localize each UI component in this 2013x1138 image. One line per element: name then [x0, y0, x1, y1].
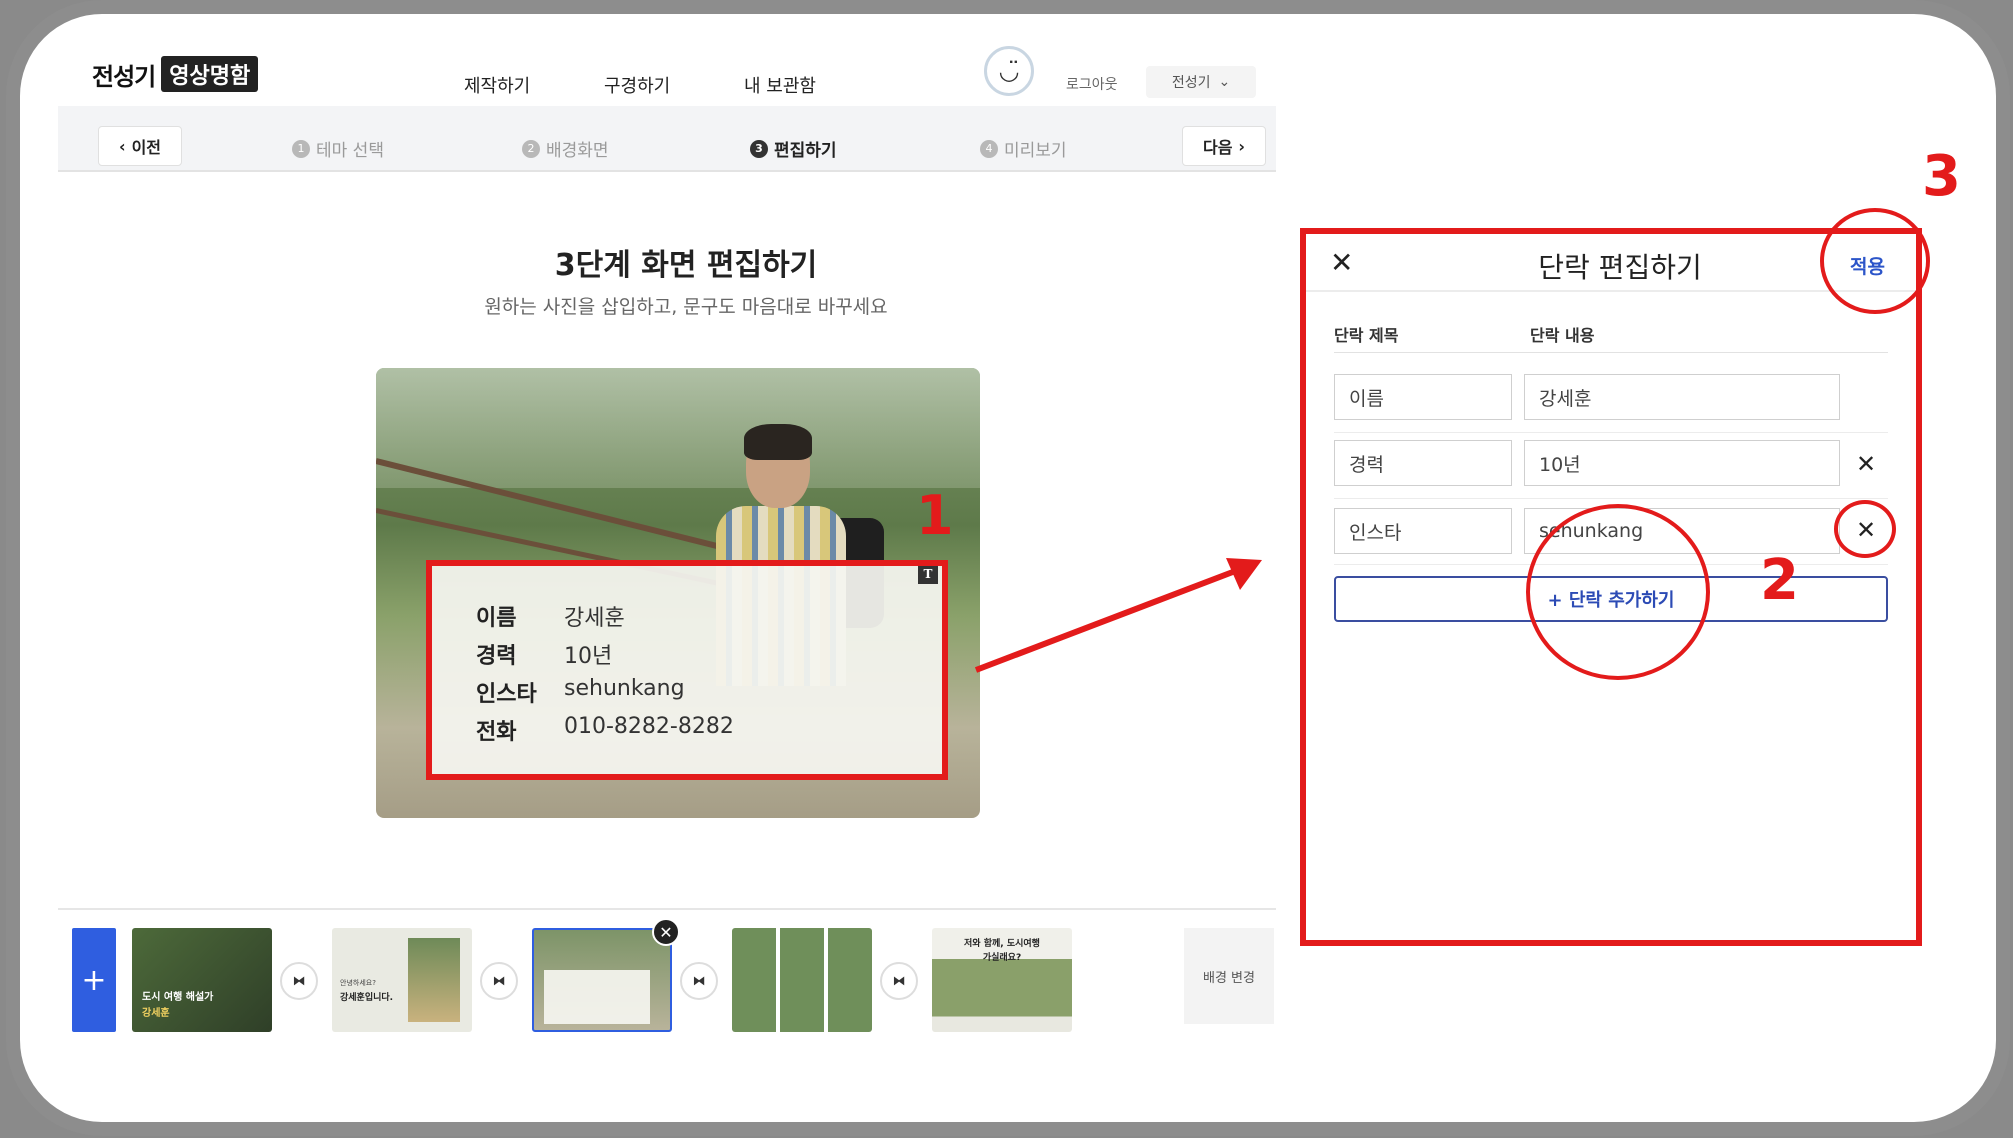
paragraph-title-field[interactable]: 인스타: [1334, 508, 1512, 554]
annotation-circle-3: [1820, 208, 1930, 314]
slide-thumb-5[interactable]: 저와 함께, 도시여행 가실래요?: [932, 928, 1072, 1032]
row-divider: [1334, 432, 1888, 433]
nav-browse[interactable]: 구경하기: [604, 72, 670, 98]
thumb-line1: 도시 여행 해설가: [142, 992, 214, 1003]
user-menu[interactable]: 전성기 ⌄: [1146, 66, 1256, 98]
smile-icon: ◡̈: [998, 57, 1020, 85]
step-label: 테마 선택: [316, 141, 384, 161]
slide-thumb-1[interactable]: 도시 여행 해설가 강세훈: [132, 928, 272, 1032]
thumb-textbox: [544, 970, 650, 1024]
step-label: 편집하기: [774, 141, 837, 161]
paragraph-title-field[interactable]: 이름: [1334, 374, 1512, 420]
close-icon[interactable]: ✕: [1330, 246, 1353, 279]
logo[interactable]: 전성기 영상명함: [92, 56, 259, 92]
chevron-right-icon: ›: [1238, 136, 1246, 156]
nav-create[interactable]: 제작하기: [464, 72, 530, 98]
strip-divider: [58, 908, 1276, 910]
transition-icon[interactable]: ⧓: [680, 962, 718, 1000]
annotation-arrow: [974, 558, 1262, 673]
slide-thumb-2[interactable]: 안녕하세요? 강세훈입니다.: [332, 928, 472, 1032]
prev-button[interactable]: ‹ 이전: [98, 126, 182, 166]
step-number: 1: [292, 139, 310, 158]
thumb-line1: 저와 함께, 도시여행: [964, 939, 1040, 949]
step-number: 4: [980, 139, 998, 158]
next-button[interactable]: 다음 ›: [1182, 126, 1266, 166]
step-label: 배경화면: [546, 141, 609, 161]
paragraph-content-field[interactable]: 강세훈: [1524, 374, 1840, 420]
step-number: 2: [522, 139, 540, 158]
chevron-left-icon: ‹: [118, 136, 126, 156]
step-1[interactable]: 1 테마 선택: [292, 136, 384, 161]
thumb-line2: 가실래요?: [982, 953, 1022, 963]
photo-hair: [744, 424, 812, 460]
transition-icon[interactable]: ⧓: [280, 962, 318, 1000]
step-bar: [58, 106, 1276, 172]
annotation-number-3: 3: [1922, 144, 1961, 209]
step-label: 미리보기: [1004, 141, 1067, 161]
add-slide-button[interactable]: +: [72, 928, 116, 1032]
next-label: 다음: [1202, 138, 1233, 157]
logout-link[interactable]: 로그아웃: [1066, 74, 1118, 94]
paragraph-title-field[interactable]: 경력: [1334, 440, 1512, 486]
arrow-line: [974, 567, 1240, 673]
background-change-button[interactable]: 배경 변경: [1184, 928, 1274, 1024]
step-4[interactable]: 4 미리보기: [980, 136, 1067, 161]
prev-label: 이전: [131, 138, 162, 157]
photo-sky: [376, 368, 980, 488]
slide-thumb-4[interactable]: [732, 928, 872, 1032]
delete-row-icon[interactable]: ✕: [1856, 450, 1876, 478]
page-title: 3단계 화면 편집하기: [554, 248, 818, 283]
thumb-line1: 안녕하세요?: [340, 979, 376, 987]
avatar[interactable]: ◡̈: [984, 46, 1034, 96]
thumb-photo: [408, 938, 460, 1022]
annotation-number-1: 1: [916, 484, 954, 547]
row-divider: [1334, 498, 1888, 499]
logo-text-1: 전성기: [92, 61, 156, 91]
column-title: 단락 제목: [1334, 326, 1399, 345]
thumb-line2: 강세훈: [142, 1008, 170, 1019]
logo-text-2: 영상명함: [161, 56, 259, 92]
slide-thumb-3-selected[interactable]: [532, 928, 672, 1032]
transition-icon[interactable]: ⧓: [880, 962, 918, 1000]
annotation-circle-delete: [1834, 500, 1896, 558]
nav-my-storage[interactable]: 내 보관함: [744, 72, 816, 98]
step-3[interactable]: 3 편집하기: [750, 136, 837, 161]
column-content: 단락 내용: [1530, 326, 1595, 345]
paragraph-content-field[interactable]: 10년: [1524, 440, 1840, 486]
user-name: 전성기: [1171, 75, 1211, 91]
annotation-circle-2: [1526, 504, 1710, 680]
step-number: 3: [750, 139, 768, 158]
close-icon[interactable]: ✕: [652, 918, 680, 946]
editor-title: 단락 편집하기: [1538, 251, 1702, 284]
chevron-down-icon: ⌄: [1218, 74, 1231, 90]
step-2[interactable]: 2 배경화면: [522, 136, 609, 161]
annotation-box-1: [426, 560, 948, 780]
transition-icon[interactable]: ⧓: [480, 962, 518, 1000]
page-subtitle: 원하는 사진을 삽입하고, 문구도 마음대로 바꾸세요: [484, 296, 888, 318]
thumb-line2: 강세훈입니다.: [340, 993, 394, 1003]
column-divider: [1334, 352, 1888, 353]
annotation-number-2: 2: [1760, 548, 1799, 613]
